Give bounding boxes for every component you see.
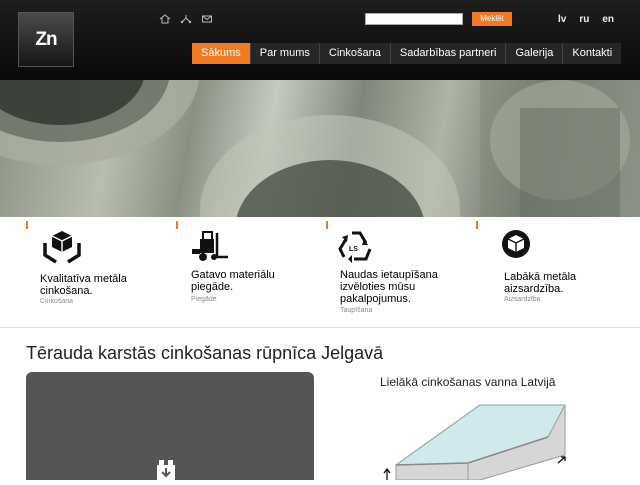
feature-marker: [176, 221, 178, 229]
feature-subtitle: Piegāde: [191, 296, 217, 303]
lang-ru[interactable]: ru: [579, 14, 589, 25]
feature-title: Gatavo materiālu piegāde.: [191, 269, 275, 293]
forklift-icon: [190, 229, 230, 265]
nav-item-par-mums[interactable]: Par mums: [250, 43, 320, 64]
page-title: Tērauda karstās cinkošanas rūpnīca Jelga…: [26, 343, 384, 363]
search-input[interactable]: [365, 13, 463, 25]
hero-pipes-image: [0, 80, 640, 217]
top-icon-bar: [159, 11, 213, 24]
recycle-icon: LS: [336, 229, 376, 265]
feature-protection[interactable]: Labākā metāla aizsardzība. Aizsardzība: [476, 217, 626, 327]
language-switcher: lv ru en: [558, 14, 614, 25]
feature-marker: [476, 221, 478, 229]
svg-text:LS: LS: [349, 246, 358, 253]
feature-subtitle: Taupīšana: [340, 307, 373, 314]
feature-subtitle: Aizsardzība: [504, 296, 541, 303]
feature-marker: [326, 221, 328, 229]
main-nav: Sākums Par mums Cinkošana Sadarbības par…: [192, 43, 622, 64]
feature-delivery[interactable]: Gatavo materiālu piegāde. Piegāde: [176, 217, 326, 327]
lang-lv[interactable]: lv: [558, 14, 566, 25]
features-row: Kvalitatīva metāla cinkošana. Cinkošana …: [0, 217, 640, 328]
video-placeholder-icon: [156, 459, 176, 480]
vat-title: Lielākā cinkošanas vanna Latvijā: [380, 375, 556, 389]
feature-savings[interactable]: LS Naudas ietaupīšana izvēloties mūsu pa…: [326, 217, 476, 327]
lang-en[interactable]: en: [602, 14, 614, 25]
feature-title: Kvalitatīva metāla cinkošana.: [40, 273, 127, 297]
nav-item-kontakti[interactable]: Kontakti: [563, 43, 622, 64]
sitemap-icon[interactable]: [180, 11, 192, 24]
feature-marker: [26, 221, 28, 229]
hero-banner: [0, 80, 640, 217]
feature-quality[interactable]: Kvalitatīva metāla cinkošana. Cinkošana: [26, 217, 176, 327]
search-button[interactable]: Meklēt: [472, 12, 512, 26]
shield-box-icon: [498, 229, 538, 265]
box-hands-icon: [42, 229, 82, 265]
feature-title: Naudas ietaupīšana izvēloties mūsu pakal…: [340, 269, 438, 305]
home-icon[interactable]: [159, 11, 171, 24]
feature-title: Labākā metāla aizsardzība.: [504, 271, 577, 295]
nav-item-galerija[interactable]: Galerija: [506, 43, 564, 64]
logo[interactable]: Zn: [18, 12, 74, 67]
nav-item-sakums[interactable]: Sākums: [192, 43, 251, 64]
mail-icon[interactable]: [201, 11, 213, 23]
nav-item-partneri[interactable]: Sadarbības partneri: [390, 43, 507, 64]
vat-diagram: [380, 395, 580, 481]
nav-item-cinkosana[interactable]: Cinkošana: [319, 43, 391, 64]
header: Zn Meklēt lv ru en Sākums Par mums Cinko…: [0, 0, 640, 80]
feature-subtitle: Cinkošana: [40, 298, 74, 305]
